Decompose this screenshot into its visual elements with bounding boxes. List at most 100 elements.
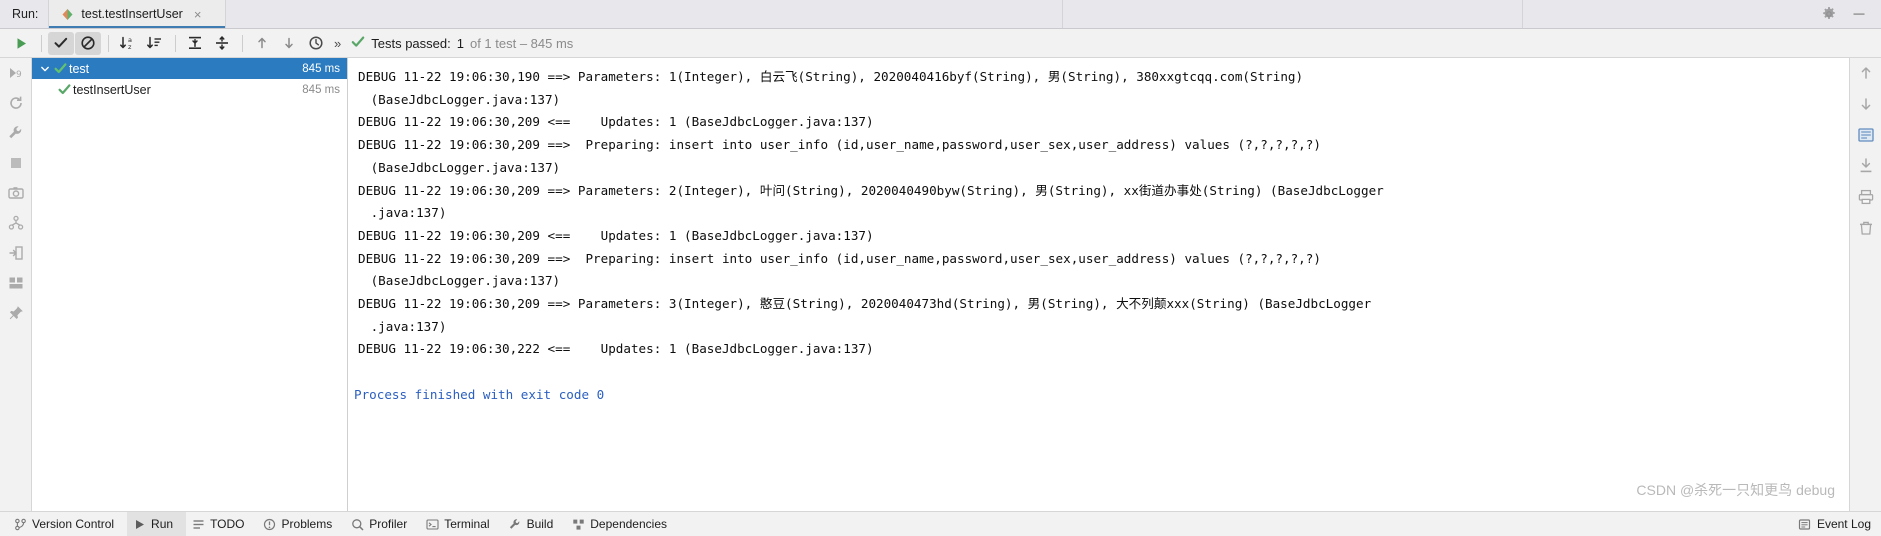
gear-icon[interactable] <box>1821 6 1837 22</box>
play-icon <box>132 517 146 531</box>
toolbar-overflow-button[interactable]: » <box>330 36 349 51</box>
run-tab-bar: Run: test.testInsertUser × <box>0 0 1881 29</box>
tree-row-label: testInsertUser <box>73 83 302 97</box>
previous-failed-test-button[interactable] <box>249 32 275 55</box>
console-output[interactable]: DEBUG 11-22 19:06:30,190 ==> Parameters:… <box>348 58 1849 511</box>
status-bar-item-run[interactable]: Run <box>127 512 186 536</box>
tree-row-duration: 845 ms <box>302 63 347 75</box>
status-bar-item-version-control[interactable]: Version Control <box>8 512 127 536</box>
wrench-icon[interactable] <box>7 124 25 142</box>
show-passed-toggle[interactable] <box>48 32 74 55</box>
test-status-bar: Tests passed: 1 of 1 test – 845 ms <box>351 35 573 52</box>
status-bar-item-label: Problems <box>282 517 333 531</box>
todo-icon <box>191 517 205 531</box>
dependencies-icon <box>571 517 585 531</box>
console-line: DEBUG 11-22 19:06:30,190 ==> Parameters:… <box>354 66 1849 89</box>
status-bar-item-terminal[interactable]: Terminal <box>420 512 502 536</box>
print-icon[interactable] <box>1857 188 1875 206</box>
tests-passed-label: Tests passed: <box>371 36 451 51</box>
run-window-body: 9 <box>0 58 1881 511</box>
tab-bar-filler-right <box>1523 0 1813 28</box>
toolbar-separator-1 <box>41 35 42 52</box>
tests-passed-count: 1 <box>457 36 464 51</box>
build-icon <box>508 517 522 531</box>
trash-icon[interactable] <box>1857 219 1875 237</box>
console-line: DEBUG 11-22 19:06:30,209 <== Updates: 1 … <box>354 111 1849 134</box>
status-bar-item-build[interactable]: Build <box>503 512 567 536</box>
tree-row-duration: 845 ms <box>302 84 347 96</box>
test-passed-icon <box>56 83 73 96</box>
status-bar-item-label: Profiler <box>369 517 407 531</box>
status-bar-item-label: Dependencies <box>590 517 667 531</box>
test-passed-icon <box>52 62 69 75</box>
tree-row-test-insert-user[interactable]: testInsertUser 845 ms <box>32 79 347 100</box>
console-line: DEBUG 11-22 19:06:30,209 ==> Parameters:… <box>354 293 1849 316</box>
svg-text:z: z <box>128 43 132 51</box>
arrow-up-icon[interactable] <box>1857 64 1875 82</box>
close-icon[interactable]: × <box>194 8 202 21</box>
tree-row-label: test <box>69 62 302 76</box>
scroll-to-end-icon[interactable] <box>1857 157 1875 175</box>
console-exit-line: Process finished with exit code 0 <box>354 384 1849 407</box>
pin-icon[interactable] <box>7 304 25 322</box>
hide-ignored-toggle[interactable] <box>75 32 101 55</box>
arrow-down-icon[interactable] <box>1857 95 1875 113</box>
chevron-down-icon[interactable] <box>38 64 52 74</box>
console-line <box>354 361 1849 384</box>
tab-label: test.testInsertUser <box>81 7 182 21</box>
next-failed-test-button[interactable] <box>276 32 302 55</box>
event-log-label: Event Log <box>1817 517 1871 531</box>
status-bar-item-profiler[interactable]: Profiler <box>345 512 420 536</box>
layout-icon[interactable] <box>7 274 25 292</box>
stop-icon[interactable] <box>7 154 25 172</box>
expand-all-button[interactable] <box>182 32 208 55</box>
watermark-text: CSDN @杀死一只知更鸟 debug <box>1636 480 1835 500</box>
svg-text:9: 9 <box>16 70 22 80</box>
debug-icon[interactable]: 9 <box>7 64 25 82</box>
console-line: DEBUG 11-22 19:06:30,209 ==> Preparing: … <box>354 134 1849 157</box>
rerun-button[interactable] <box>8 32 34 55</box>
console-line: (BaseJdbcLogger.java:137) <box>354 270 1849 293</box>
status-bar-item-label: Run <box>151 517 173 531</box>
branch-icon <box>13 517 27 531</box>
tree-row-test[interactable]: test 845 ms <box>32 58 347 79</box>
tab-bar-filler-left <box>226 0 1063 28</box>
tests-total-duration: of 1 test – 845 ms <box>470 36 573 51</box>
screenshot-icon[interactable] <box>7 184 25 202</box>
console-line: DEBUG 11-22 19:06:30,209 ==> Preparing: … <box>354 248 1849 271</box>
soft-wrap-icon[interactable] <box>1857 126 1875 144</box>
sort-alphabetically-button[interactable]: a z <box>115 32 141 55</box>
status-bar-item-label: Version Control <box>32 517 114 531</box>
toolbar-separator-2 <box>108 35 109 52</box>
console-line: (BaseJdbcLogger.java:137) <box>354 89 1849 112</box>
console-line: DEBUG 11-22 19:06:30,209 <== Updates: 1 … <box>354 225 1849 248</box>
terminal-icon <box>425 517 439 531</box>
status-bar-item-problems[interactable]: Problems <box>258 512 346 536</box>
toolbar-separator-3 <box>175 35 176 52</box>
status-bar-item-dependencies[interactable]: Dependencies <box>566 512 680 536</box>
status-bar-item-label: Build <box>527 517 554 531</box>
tab-bar-actions <box>1813 0 1881 28</box>
export-icon[interactable] <box>7 244 25 262</box>
sort-by-duration-button[interactable] <box>142 32 168 55</box>
console-line: (BaseJdbcLogger.java:137) <box>354 157 1849 180</box>
tab-test-insert-user[interactable]: test.testInsertUser × <box>48 0 226 28</box>
status-bar-item-label: TODO <box>210 517 244 531</box>
collapse-all-button[interactable] <box>209 32 235 55</box>
thread-dump-icon[interactable] <box>7 214 25 232</box>
console-line: DEBUG 11-22 19:06:30,222 <== Updates: 1 … <box>354 338 1849 361</box>
event-log-button[interactable]: Event Log <box>1798 517 1871 531</box>
console-line: .java:137) <box>354 316 1849 339</box>
test-passed-check-icon <box>351 35 365 52</box>
minimize-icon[interactable] <box>1851 6 1867 22</box>
rerun-failed-icon[interactable] <box>7 94 25 112</box>
status-bar-item-label: Terminal <box>444 517 489 531</box>
ide-status-bar: Version Control Run TODO Problems Profiler Te… <box>0 511 1881 536</box>
test-runner-toolbar: a z <box>0 29 1881 58</box>
toolbar-separator-4 <box>242 35 243 52</box>
status-bar-item-todo[interactable]: TODO <box>186 512 257 536</box>
test-results-tree[interactable]: test 845 ms testInsertUser 845 ms <box>32 58 348 511</box>
run-window-label: Run: <box>0 0 48 28</box>
console-line: .java:137) <box>354 202 1849 225</box>
test-history-button[interactable] <box>303 32 329 55</box>
